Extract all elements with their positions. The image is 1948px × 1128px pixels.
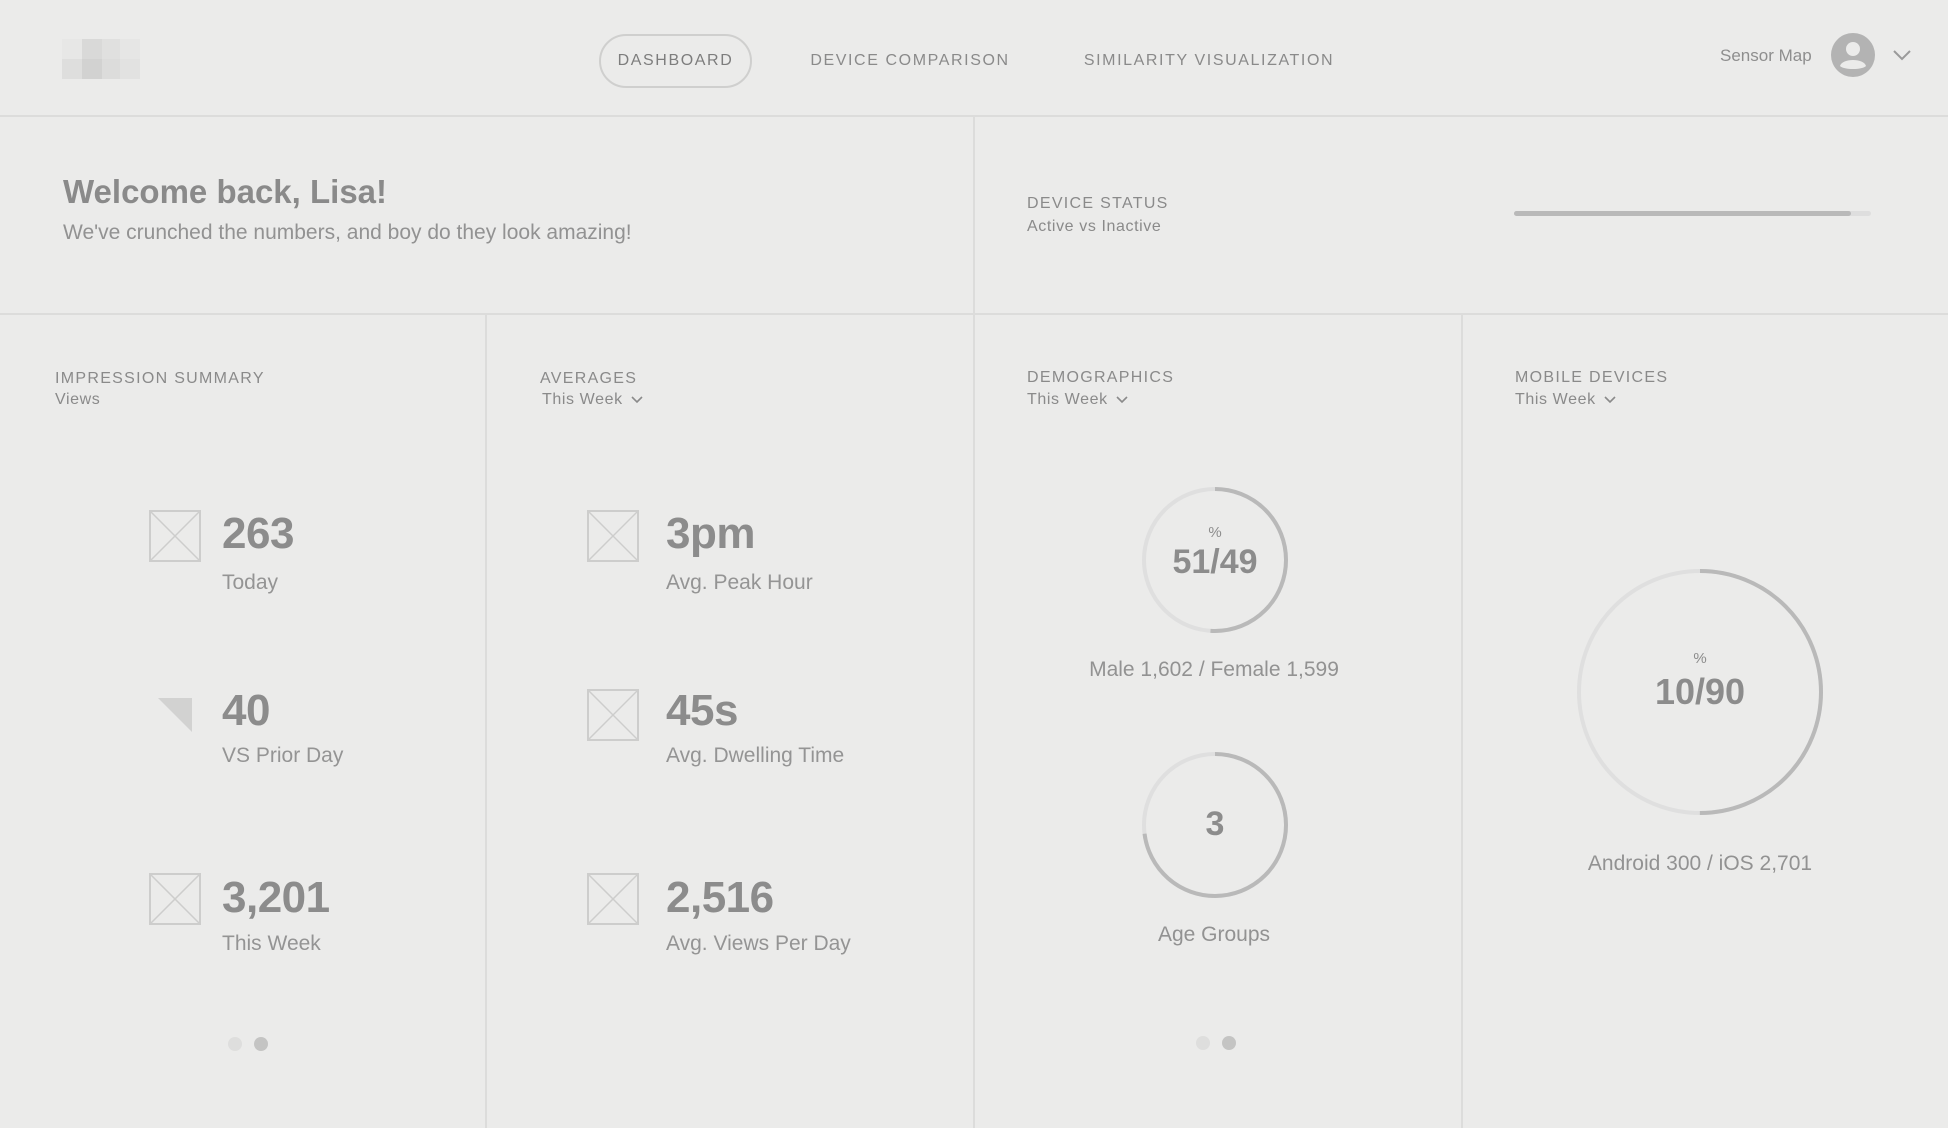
stat-label-today: Today — [222, 571, 279, 594]
column-divider — [1461, 315, 1463, 1128]
gender-ratio-value: 51/49 — [1172, 543, 1258, 581]
device-status-title: DEVICE STATUS — [1027, 195, 1169, 212]
stat-label-views-per-day: Avg. Views Per Day — [666, 932, 851, 955]
gender-caption: Male 1,602 / Female 1,599 — [1089, 658, 1339, 681]
stat-value-this-week: 3,201 — [222, 873, 330, 922]
welcome-title: Welcome back, Lisa! — [63, 173, 388, 210]
stat-value-vs-prior-day: 40 — [222, 686, 270, 735]
stat-value-today: 263 — [222, 509, 294, 558]
mobile-devices-period-dropdown[interactable]: This Week — [1515, 391, 1616, 409]
logo[interactable] — [62, 39, 140, 79]
period-label: This Week — [542, 391, 623, 408]
device-status-bar-fill — [1514, 211, 1852, 216]
pager-dot-active[interactable] — [254, 1037, 268, 1051]
impression-summary-title: IMPRESSION SUMMARY — [55, 370, 265, 387]
chevron-down-icon — [631, 396, 643, 404]
chevron-down-icon[interactable] — [1892, 48, 1912, 62]
mobile-unit: % — [1693, 650, 1707, 667]
device-status-bar — [1514, 211, 1871, 216]
image-placeholder-icon — [149, 510, 201, 562]
image-placeholder-icon — [587, 510, 639, 562]
mobile-devices-title: MOBILE DEVICES — [1515, 369, 1669, 386]
mobile-ratio-value: 10/90 — [1654, 671, 1746, 712]
stat-label-vs-prior-day: VS Prior Day — [222, 744, 344, 767]
stat-label-peak-hour: Avg. Peak Hour — [666, 571, 813, 594]
pager-dot[interactable] — [228, 1037, 242, 1051]
image-placeholder-icon — [587, 873, 639, 925]
age-groups-caption: Age Groups — [1157, 923, 1271, 946]
demographics-period-dropdown[interactable]: This Week — [1027, 391, 1128, 409]
pager-dot[interactable] — [1196, 1036, 1210, 1050]
user-avatar-icon[interactable] — [1831, 33, 1875, 77]
stat-value-views-per-day: 2,516 — [666, 873, 774, 922]
stat-value-dwelling-time: 45s — [666, 686, 738, 735]
column-divider — [973, 117, 975, 1128]
stat-label-this-week: This Week — [222, 932, 321, 955]
image-placeholder-icon — [587, 689, 639, 741]
age-groups-value: 3 — [1205, 805, 1225, 843]
chevron-down-icon — [1604, 396, 1616, 404]
top-nav-bar: DASHBOARD DEVICE COMPARISON SIMILARITY V… — [0, 0, 1948, 117]
row-divider — [0, 313, 1948, 315]
pager-dot-active[interactable] — [1222, 1036, 1236, 1050]
device-status-subtitle: Active vs Inactive — [1027, 218, 1162, 235]
welcome-subtitle: We've crunched the numbers, and boy do t… — [63, 221, 632, 244]
tab-dashboard[interactable]: DASHBOARD — [599, 34, 752, 88]
chevron-down-icon — [1116, 396, 1128, 404]
tab-similarity-visualization[interactable]: SIMILARITY VISUALIZATION — [1076, 34, 1342, 88]
period-label: This Week — [1515, 391, 1596, 408]
period-label: This Week — [1027, 391, 1108, 408]
stat-value-peak-hour: 3pm — [666, 509, 755, 558]
impression-summary-subtitle: Views — [55, 391, 101, 408]
demographics-title: DEMOGRAPHICS — [1027, 369, 1175, 386]
column-divider — [485, 315, 487, 1128]
averages-period-dropdown[interactable]: This Week — [542, 391, 643, 409]
user-menu-label[interactable]: Sensor Map — [1720, 46, 1812, 66]
gender-unit: % — [1208, 524, 1222, 541]
mobile-devices-caption: Android 300 / iOS 2,701 — [1587, 852, 1813, 875]
trend-indicator-icon — [158, 696, 194, 732]
stat-label-dwelling-time: Avg. Dwelling Time — [666, 744, 845, 767]
tab-device-comparison[interactable]: DEVICE COMPARISON — [800, 34, 1020, 88]
averages-title: AVERAGES — [540, 370, 638, 387]
image-placeholder-icon — [149, 873, 201, 925]
